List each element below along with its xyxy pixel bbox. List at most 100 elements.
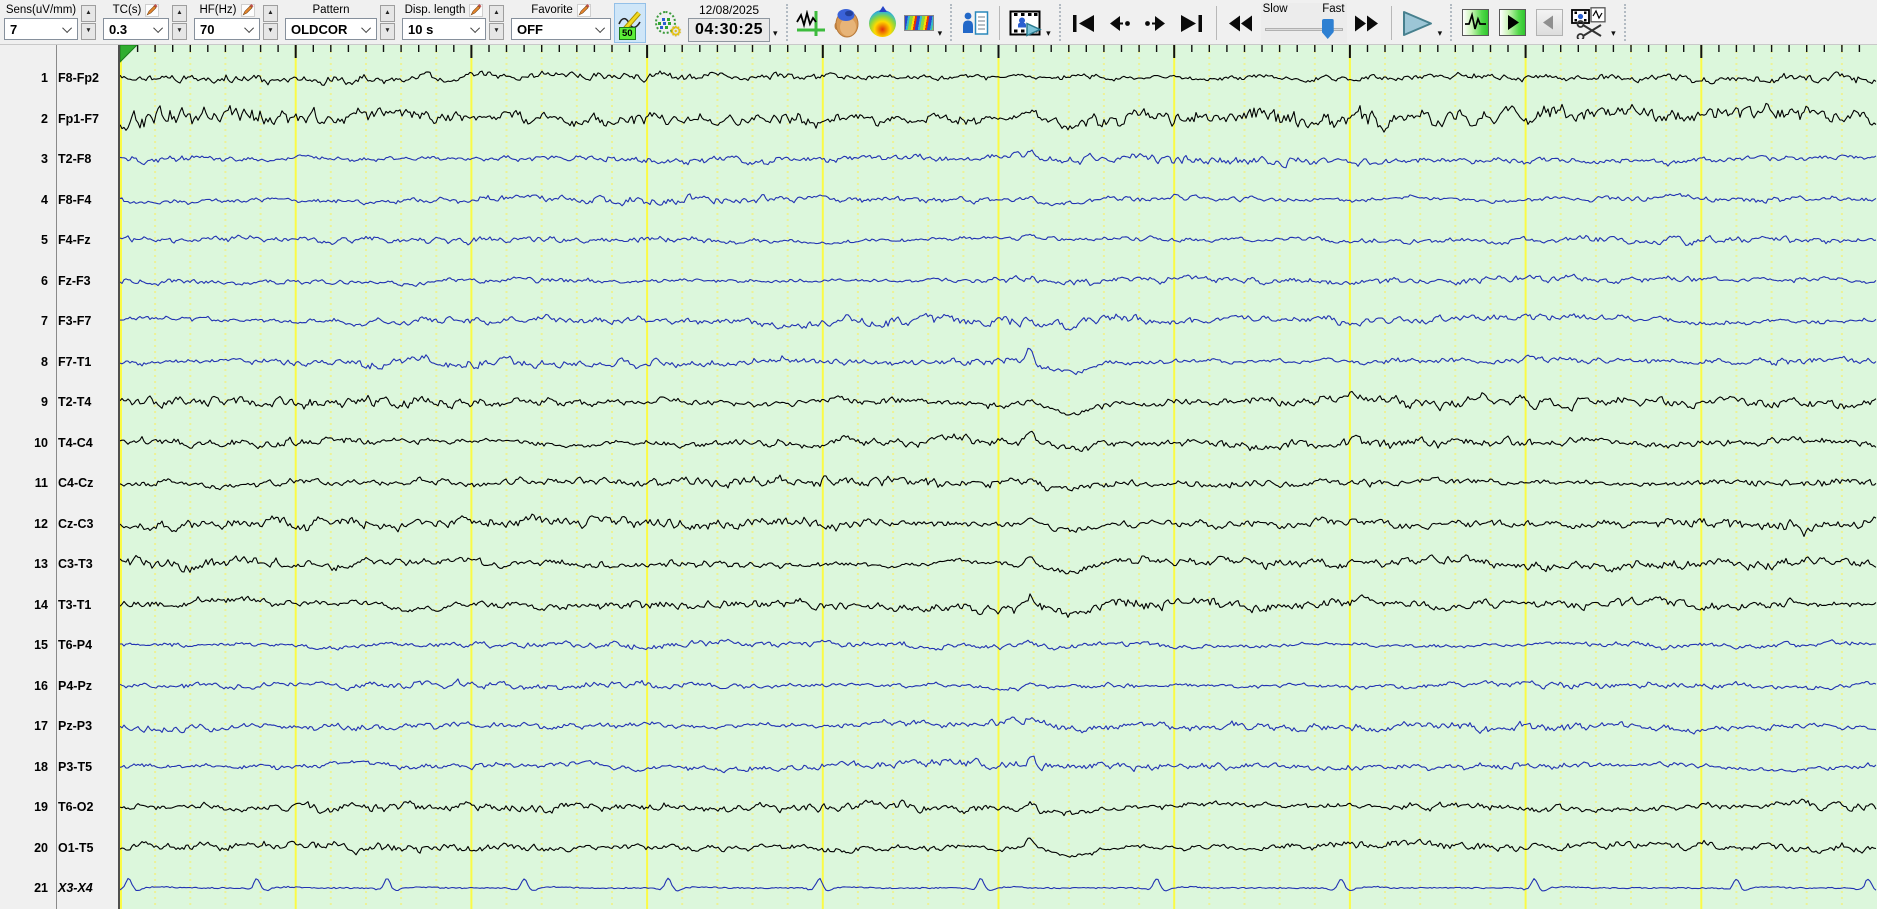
channel-label[interactable]: T3-T1 [48, 597, 91, 613]
skip-to-start-button[interactable] [1068, 3, 1100, 43]
pattern-spin-up-button[interactable]: ▲ [380, 5, 395, 22]
datetime-dropdown-arrow-icon[interactable]: ▾ [773, 28, 778, 39]
tc-spinner: ▲ ▼ [172, 5, 187, 40]
speed-slider[interactable]: Slow Fast [1260, 3, 1347, 43]
speed-slider-thumb[interactable] [1321, 19, 1334, 39]
disp-length-value: 10 s [408, 21, 434, 37]
channel-row-7: 7 F3-F7 [0, 313, 118, 329]
video-dropdown-arrow-icon[interactable]: ▾ [1046, 28, 1051, 39]
channel-label[interactable]: Cz-C3 [48, 516, 93, 532]
channel-number: 5 [41, 233, 48, 247]
channel-label[interactable]: Pz-P3 [48, 718, 92, 734]
rewind-button[interactable] [1225, 3, 1257, 43]
channel-number: 12 [34, 516, 48, 531]
sens-dropdown[interactable]: 7 [4, 18, 78, 40]
topographic-map-button[interactable] [867, 3, 899, 43]
clip-dropdown-arrow-icon[interactable]: ▾ [1611, 28, 1616, 39]
channel-label[interactable]: T2-T4 [48, 394, 91, 410]
fast-forward-button[interactable] [1351, 3, 1383, 43]
waveform-edit-button[interactable]: 50 [614, 3, 646, 43]
patient-info-button[interactable] [959, 3, 991, 43]
channel-number: 14 [34, 597, 48, 612]
tc-edit-pencil-icon[interactable] [145, 3, 160, 17]
play-mode-button[interactable] [1499, 9, 1527, 36]
sens-spin-up-button[interactable]: ▲ [81, 5, 96, 22]
channel-number: 7 [41, 314, 48, 328]
hf-spin-down-button[interactable]: ▼ [263, 23, 278, 40]
channel-label[interactable]: F8-F4 [48, 192, 91, 208]
favorite-edit-pencil-icon[interactable] [576, 3, 591, 17]
video-review-button[interactable] [1008, 3, 1043, 43]
channel-label[interactable]: T6-P4 [48, 637, 92, 653]
waveform-view-button[interactable] [795, 3, 827, 43]
sens-spin-down-button[interactable]: ▼ [81, 23, 96, 40]
montage-settings-button[interactable]: ⚙ [650, 3, 682, 43]
channel-label[interactable]: P4-Pz [48, 678, 92, 694]
head-3d-map-icon [834, 9, 859, 38]
channel-label[interactable]: T6-O2 [48, 799, 93, 815]
speed-slow-label: Slow [1262, 3, 1288, 15]
chevron-down-icon [62, 22, 73, 33]
maps-dropdown-arrow-icon[interactable]: ▾ [938, 28, 943, 39]
disp-length-spin-up-button[interactable]: ▲ [489, 5, 504, 22]
param-group-pattern: Pattern OLDCOR [285, 2, 377, 40]
toolbar-separator [1215, 6, 1217, 40]
spectrogram-button[interactable] [903, 3, 935, 43]
play-dropdown-arrow-icon[interactable]: ▾ [1438, 28, 1443, 39]
disp-length-spin-down-button[interactable]: ▼ [489, 23, 504, 40]
skip-to-start-icon [1073, 14, 1095, 32]
channel-row-8: 8 F7-T1 [0, 354, 118, 370]
channel-label[interactable]: F7-T1 [48, 354, 91, 370]
skip-to-end-button[interactable] [1176, 3, 1208, 43]
play-button[interactable] [1400, 3, 1435, 43]
video-clip-scissors-icon [1571, 7, 1606, 39]
channel-label[interactable]: T2-F8 [48, 151, 91, 167]
main-toolbar: Sens(uV/mm) 7 ▲ ▼ TC(s) 0.3 ▲ ▼ HF(Hz) 70 ▲ ▼ Patter… [0, 0, 1877, 45]
channel-number: 18 [34, 759, 48, 774]
pattern-label: Pattern [312, 4, 350, 16]
channel-label[interactable]: Fp1-F7 [48, 111, 99, 127]
disp-length-dropdown[interactable]: 10 s [402, 18, 486, 40]
channel-label[interactable]: F8-Fp2 [48, 70, 99, 86]
channel-label[interactable]: P3-T5 [48, 759, 92, 775]
favorite-dropdown[interactable]: OFF [511, 18, 611, 40]
channel-row-17: 17 Pz-P3 [0, 718, 118, 734]
param-group-tc: TC(s) 0.3 [103, 2, 169, 40]
channel-label[interactable]: Fz-F3 [48, 273, 91, 289]
pattern-dropdown[interactable]: OLDCOR [285, 18, 377, 40]
channel-number: 15 [34, 638, 48, 652]
hf-spinner: ▲ ▼ [263, 5, 278, 40]
step-forward-icon [1145, 15, 1166, 31]
hf-edit-pencil-icon[interactable] [240, 3, 255, 17]
channel-label[interactable]: O1-T5 [48, 840, 93, 856]
channel-row-20: 20 O1-T5 [0, 840, 118, 856]
video-clip-button[interactable] [1570, 3, 1608, 43]
disp-length-label: Disp. length [404, 4, 466, 16]
hf-dropdown[interactable]: 70 [194, 18, 260, 40]
tc-dropdown[interactable]: 0.3 [103, 18, 169, 40]
channel-label[interactable]: F3-F7 [48, 313, 91, 329]
hf-spin-up-button[interactable]: ▲ [263, 5, 278, 22]
pattern-spin-down-button[interactable]: ▼ [380, 23, 395, 40]
channel-label[interactable]: X3-X4 [48, 880, 93, 896]
param-group-disp-length: Disp. length 10 s [402, 2, 486, 40]
channel-row-3: 3 T2-F8 [0, 151, 118, 167]
channel-row-4: 4 F8-F4 [0, 192, 118, 208]
channel-label[interactable]: C4-Cz [48, 475, 93, 491]
tc-spin-up-button[interactable]: ▲ [172, 5, 187, 22]
play-mode-icon [1508, 15, 1520, 30]
channel-label[interactable]: F4-Fz [48, 232, 91, 248]
play-icon [1402, 10, 1432, 36]
step-back-button[interactable] [1104, 3, 1136, 43]
head-3d-map-button[interactable] [831, 3, 863, 43]
waveform-mode-button[interactable] [1462, 9, 1490, 36]
channel-label[interactable]: C3-T3 [48, 556, 93, 572]
montage-settings-icon: ⚙ [654, 10, 682, 39]
tc-spin-down-button[interactable]: ▼ [172, 23, 187, 40]
prev-page-disabled-button[interactable] [1536, 9, 1564, 36]
disp-length-edit-pencil-icon[interactable] [469, 3, 484, 17]
channel-label[interactable]: T4-C4 [48, 435, 93, 451]
step-forward-button[interactable] [1140, 3, 1172, 43]
eeg-trace-area[interactable] [120, 45, 1877, 909]
channel-number: 6 [41, 273, 48, 288]
